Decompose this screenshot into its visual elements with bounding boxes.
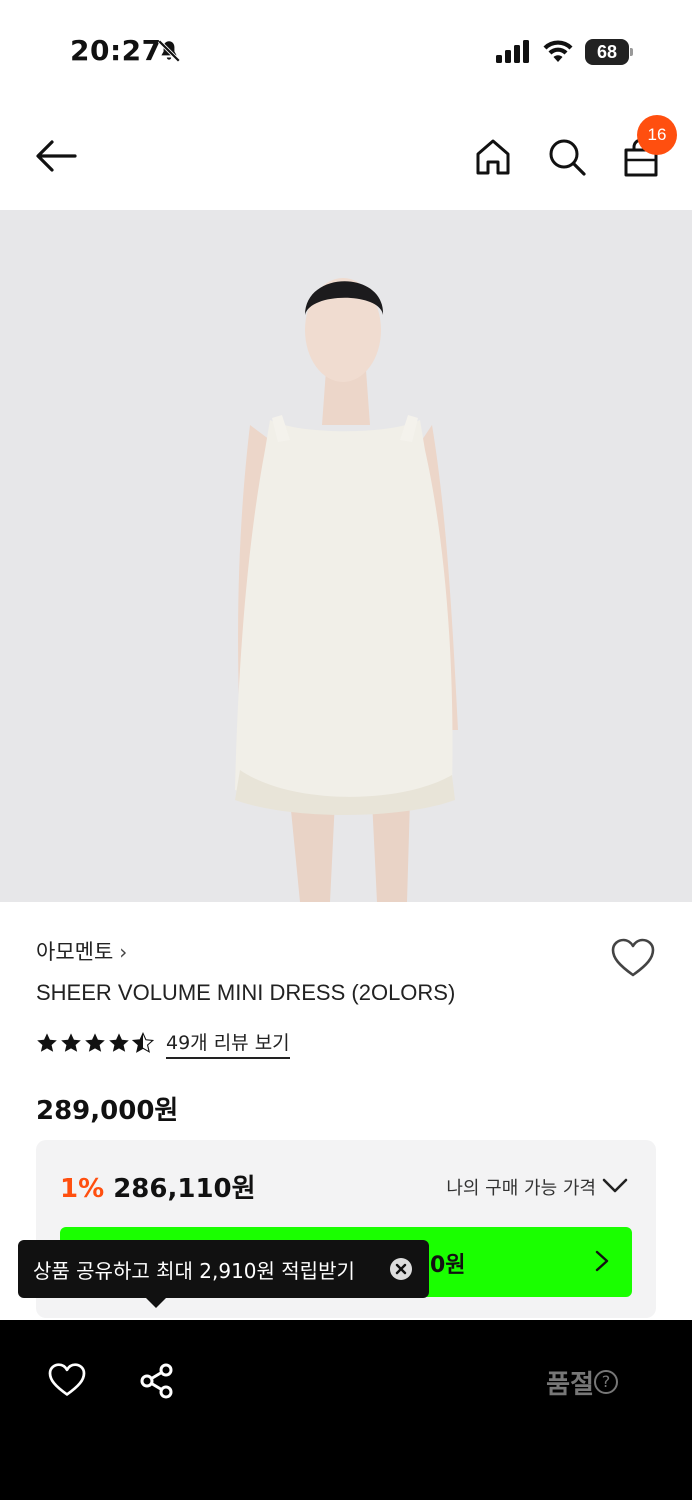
- half-star-icon: [132, 1032, 154, 1053]
- sold-out-label: 품절: [546, 1370, 594, 1400]
- brand-link[interactable]: 아모멘토 ›: [36, 936, 127, 966]
- top-nav: [0, 110, 692, 206]
- review-link[interactable]: 49개 리뷰 보기: [166, 1028, 290, 1059]
- product-title: SHEER VOLUME MINI DRESS (2OLORS): [36, 980, 456, 1005]
- back-arrow-icon[interactable]: [34, 138, 78, 174]
- product-image[interactable]: [0, 210, 692, 902]
- home-icon[interactable]: [475, 138, 511, 176]
- search-icon[interactable]: [547, 137, 587, 177]
- status-time: 20:27: [70, 34, 162, 67]
- coupon-price-text: 0원: [430, 1253, 466, 1278]
- rating-row: 49개 리뷰 보기: [36, 1028, 290, 1059]
- chevron-right-icon: [595, 1250, 609, 1272]
- brand-name[interactable]: 아모멘토: [36, 940, 113, 964]
- wishlist-heart-icon[interactable]: [48, 1363, 86, 1397]
- help-icon[interactable]: ?: [594, 1370, 618, 1394]
- share-icon[interactable]: [138, 1362, 176, 1400]
- brand-chevron: ›: [119, 940, 128, 964]
- discount-price: 1% 286,110원: [60, 1168, 256, 1205]
- share-reward-tooltip: 상품 공유하고 최대 2,910원 적립받기: [18, 1240, 429, 1308]
- battery-icon: 68: [585, 39, 633, 65]
- discounted-amount: 286,110원: [113, 1174, 256, 1204]
- close-icon[interactable]: [390, 1258, 412, 1280]
- star-icon: [109, 1033, 129, 1052]
- product-price: 289,000원: [36, 1096, 179, 1126]
- wifi-icon: [543, 40, 573, 62]
- chevron-down-icon[interactable]: [602, 1176, 628, 1194]
- rating-stars: [36, 1032, 154, 1054]
- star-icon: [85, 1033, 105, 1052]
- cart-count-badge: 16: [637, 115, 677, 155]
- tooltip-text: 상품 공유하고 최대 2,910원 적립받기: [33, 1259, 355, 1283]
- discount-percent: 1%: [60, 1174, 105, 1204]
- status-bar: 20:27 68: [0, 0, 692, 100]
- bottom-action-bar: 품절 ?: [0, 1320, 692, 1500]
- my-price-label[interactable]: 나의 구매 가능 가격: [446, 1174, 596, 1200]
- star-icon: [37, 1033, 57, 1052]
- battery-level: 68: [596, 42, 618, 62]
- heart-icon[interactable]: [611, 938, 655, 978]
- star-icon: [61, 1033, 81, 1052]
- product-photo-illustration: [0, 210, 692, 902]
- bell-muted-icon: [157, 39, 181, 63]
- cellular-signal-icon: [496, 40, 529, 63]
